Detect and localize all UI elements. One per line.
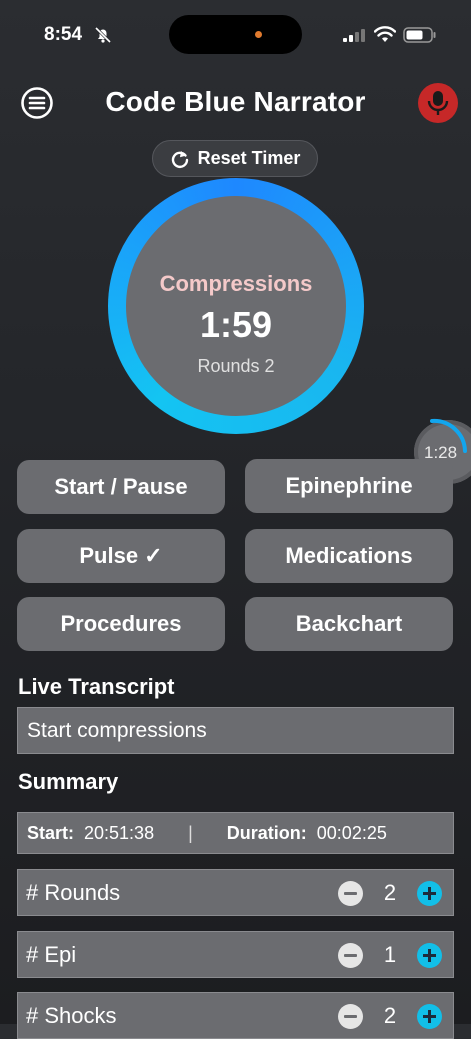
page-title: Code Blue Narrator — [105, 86, 366, 117]
start-value: 20:51:38 — [84, 822, 155, 843]
start-pause-button[interactable]: Start / Pause — [17, 460, 225, 514]
medications-button[interactable]: Medications — [245, 529, 453, 583]
compression-timer-ring: Compressions 1:59 Rounds 2 — [108, 178, 364, 434]
bell-slash-icon — [94, 26, 112, 44]
duration-label: Duration: — [226, 822, 307, 843]
status-time: 8:54 — [44, 24, 83, 45]
backchart-button[interactable]: Backchart — [245, 597, 453, 651]
summary-times-row: Start: 20:51:38 | Duration: 00:02:25 — [17, 812, 454, 854]
shocks-counter-row: # Shocks 2 — [17, 992, 454, 1039]
rounds-counter-row: # Rounds 2 — [17, 869, 454, 916]
summary-separator: | — [188, 822, 193, 843]
epi-count: 1 — [383, 942, 397, 967]
refresh-icon — [171, 150, 188, 168]
epi-counter-row: # Epi 1 — [17, 931, 454, 978]
dynamic-island — [169, 15, 302, 54]
rounds-decrement-button[interactable] — [338, 881, 363, 906]
wifi-icon — [374, 26, 396, 42]
rounds-increment-button[interactable] — [417, 881, 442, 906]
start-label: Start: — [27, 822, 75, 843]
shocks-count: 2 — [383, 1003, 397, 1028]
epinephrine-button[interactable]: Epinephrine — [245, 459, 453, 513]
microphone-button[interactable] — [418, 83, 458, 123]
epi-increment-button[interactable] — [417, 943, 442, 968]
timer-face: Compressions 1:59 Rounds 2 — [126, 196, 346, 416]
phase-label: Compressions — [159, 271, 313, 296]
transcript-text: Start compressions — [27, 718, 207, 742]
status-bar: 8:54 — [0, 0, 471, 68]
summary-heading: Summary — [18, 769, 119, 794]
privacy-indicator — [255, 31, 262, 38]
pulse-button[interactable]: Pulse ✓ — [17, 529, 225, 583]
rounds-count: 2 — [383, 880, 397, 905]
counter-label: # Shocks — [26, 1003, 117, 1028]
shocks-decrement-button[interactable] — [338, 1004, 363, 1029]
transcript-heading: Live Transcript — [18, 674, 175, 699]
reset-timer-label: Reset Timer — [197, 148, 301, 168]
counter-label: # Rounds — [26, 880, 121, 905]
duration-value: 00:02:25 — [316, 822, 387, 843]
shocks-increment-button[interactable] — [417, 1004, 442, 1029]
timer-value: 1:59 — [199, 304, 273, 345]
counter-label: # Epi — [26, 942, 77, 967]
battery-icon — [403, 27, 436, 43]
epi-decrement-button[interactable] — [338, 943, 363, 968]
cellular-signal-icon — [343, 29, 365, 42]
procedures-button[interactable]: Procedures — [17, 597, 225, 651]
microphone-icon — [427, 91, 449, 115]
transcript-field: Start compressions — [17, 707, 454, 754]
reset-timer-button[interactable]: Reset Timer — [152, 140, 318, 177]
rounds-text: Rounds 2 — [197, 356, 275, 376]
